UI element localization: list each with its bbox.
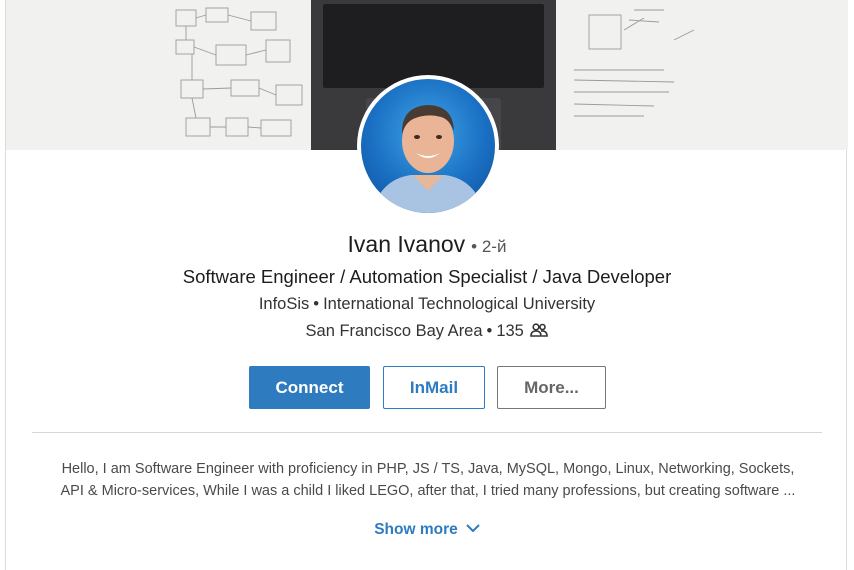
summary-line: Hello, I am Software Engineer with profi… bbox=[61, 461, 795, 477]
chevron-down-icon bbox=[466, 524, 480, 532]
connect-button[interactable]: Connect bbox=[249, 366, 370, 409]
connections-count[interactable]: 135 bbox=[496, 322, 524, 340]
summary-line: API & Micro-services, While I was a chil… bbox=[60, 483, 796, 499]
summary-text: Hello, I am Software Engineer with profi… bbox=[30, 458, 826, 502]
company-school-line: InfoSis • International Technological Univ… bbox=[6, 295, 848, 314]
avatar[interactable] bbox=[357, 75, 499, 217]
location-line: San Francisco Bay Area • 135 bbox=[6, 322, 848, 341]
inmail-button[interactable]: InMail bbox=[383, 366, 485, 409]
avatar-photo bbox=[371, 105, 485, 213]
profile-headline: Software Engineer / Automation Specialis… bbox=[182, 266, 672, 287]
more-button[interactable]: More... bbox=[497, 366, 606, 409]
profile-card: Ivan Ivanov • 2-й Software Engineer / Aut… bbox=[5, 0, 848, 570]
profile-name: Ivan Ivanov bbox=[347, 231, 466, 257]
connection-degree: • 2-й bbox=[471, 237, 507, 256]
company-link[interactable]: InfoSis bbox=[259, 295, 309, 313]
name-row: Ivan Ivanov • 2-й bbox=[6, 231, 848, 258]
separator-dot: • bbox=[486, 322, 493, 340]
school-link[interactable]: International Technological University bbox=[323, 295, 595, 313]
cover-sketch-left bbox=[175, 7, 303, 137]
divider bbox=[32, 432, 822, 433]
separator-dot: • bbox=[313, 295, 320, 313]
location: San Francisco Bay Area bbox=[305, 322, 483, 340]
people-icon bbox=[530, 323, 549, 337]
show-more-label: Show more bbox=[374, 521, 458, 538]
show-more-link[interactable]: Show more bbox=[6, 521, 848, 539]
cover-sketch-right bbox=[573, 9, 695, 117]
